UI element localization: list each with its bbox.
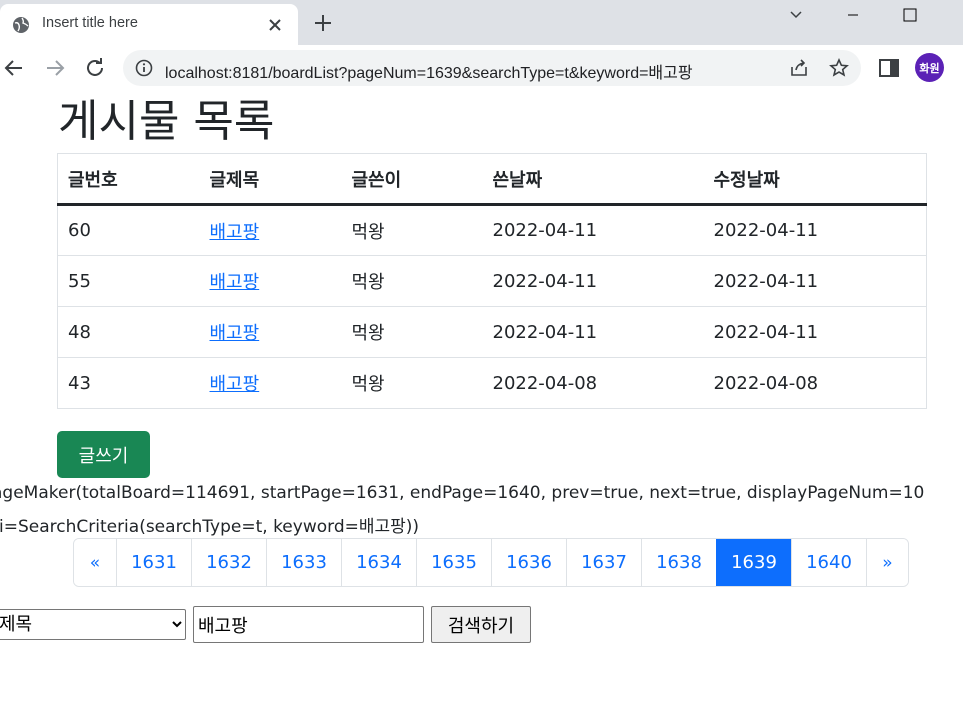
- post-writer: 먹왕: [341, 306, 483, 358]
- post-writer: 먹왕: [341, 357, 483, 409]
- back-arrow-icon[interactable]: [2, 56, 26, 80]
- pagination-page-link[interactable]: 1632: [191, 539, 266, 586]
- forward-arrow-icon[interactable]: [43, 56, 67, 80]
- pagination-page-link-active[interactable]: 1639: [716, 539, 791, 586]
- column-header: 글쓴이: [341, 153, 483, 206]
- page-content: 게시물 목록 글번호 글제목 글쓴이 쓴날짜 수정날짜 60 배고팡 먹왕 20…: [0, 91, 963, 717]
- chevron-down-icon: [790, 11, 802, 19]
- url-text[interactable]: localhost:8181/boardList?pageNum=1639&se…: [165, 59, 693, 83]
- pagination-prev-button[interactable]: «: [74, 539, 116, 586]
- post-writer: 먹왕: [341, 255, 483, 307]
- maximize-icon: [903, 8, 917, 22]
- post-title-cell: 배고팡: [199, 204, 342, 256]
- post-title-link[interactable]: 배고팡: [210, 272, 260, 293]
- browser-toolbar: localhost:8181/boardList?pageNum=1639&se…: [0, 45, 963, 91]
- profile-avatar[interactable]: 화원: [915, 53, 944, 82]
- close-icon[interactable]: [266, 16, 284, 34]
- post-date: 2022-04-11: [482, 306, 704, 358]
- reload-icon[interactable]: [83, 56, 107, 80]
- page-title: 게시물 목록: [58, 96, 275, 147]
- post-modified-date: 2022-04-08: [703, 357, 927, 409]
- post-date: 2022-04-11: [482, 255, 704, 307]
- column-header: 수정날짜: [703, 153, 927, 206]
- post-number: 48: [57, 306, 200, 358]
- column-header: 글제목: [199, 153, 342, 206]
- post-title-cell: 배고팡: [199, 306, 342, 358]
- post-title-link[interactable]: 배고팡: [210, 222, 260, 243]
- tab-search-button[interactable]: [773, 0, 819, 30]
- pagination-page-link[interactable]: 1631: [116, 539, 191, 586]
- post-date: 2022-04-11: [482, 204, 704, 256]
- browser-tabstrip: Insert title here: [0, 0, 963, 45]
- column-header: 쓴날짜: [482, 153, 704, 206]
- pagination-page-link[interactable]: 1636: [491, 539, 566, 586]
- post-title-cell: 배고팡: [199, 255, 342, 307]
- pagination-page-link[interactable]: 1638: [641, 539, 716, 586]
- pagination-page-link[interactable]: 1633: [266, 539, 341, 586]
- side-panel-icon[interactable]: [878, 57, 900, 79]
- table-row: 55 배고팡 먹왕 2022-04-11 2022-04-11: [57, 255, 927, 307]
- share-icon[interactable]: [789, 58, 809, 78]
- search-criteria-debug-text: ri=SearchCriteria(searchType=t, keyword=…: [0, 517, 420, 537]
- maximize-button[interactable]: [887, 0, 933, 30]
- page-maker-debug-text: ageMaker(totalBoard=114691, startPage=16…: [0, 483, 925, 503]
- minimize-button[interactable]: [830, 0, 876, 30]
- post-number: 43: [57, 357, 200, 409]
- column-header: 글번호: [57, 153, 200, 206]
- pagination: « 1631 1632 1633 1634 1635 1636 1637 163…: [73, 538, 909, 587]
- pagination-page-link[interactable]: 1634: [341, 539, 416, 586]
- tab-title: Insert title here: [42, 15, 138, 31]
- table-row: 48 배고팡 먹왕 2022-04-11 2022-04-11: [57, 306, 927, 358]
- post-modified-date: 2022-04-11: [703, 255, 927, 307]
- post-writer: 먹왕: [341, 204, 483, 256]
- star-icon[interactable]: [829, 58, 849, 78]
- info-icon[interactable]: [135, 59, 153, 77]
- post-date: 2022-04-08: [482, 357, 704, 409]
- pagination-page-link[interactable]: 1635: [416, 539, 491, 586]
- post-number: 60: [57, 204, 200, 256]
- post-modified-date: 2022-04-11: [703, 306, 927, 358]
- write-button[interactable]: 글쓰기: [57, 431, 150, 478]
- post-title-link[interactable]: 배고팡: [210, 323, 260, 344]
- search-type-select[interactable]: 제목: [0, 609, 186, 640]
- pagination-page-link[interactable]: 1640: [791, 539, 866, 586]
- table-row: 43 배고팡 먹왕 2022-04-08 2022-04-08: [57, 357, 927, 409]
- post-number: 55: [57, 255, 200, 307]
- browser-tab[interactable]: Insert title here: [0, 4, 298, 45]
- post-title-cell: 배고팡: [199, 357, 342, 409]
- search-keyword-input[interactable]: [193, 606, 424, 643]
- table-header-row: 글번호 글제목 글쓴이 쓴날짜 수정날짜: [57, 153, 927, 206]
- table-row: 60 배고팡 먹왕 2022-04-11 2022-04-11: [57, 204, 927, 256]
- address-bar[interactable]: localhost:8181/boardList?pageNum=1639&se…: [123, 50, 861, 86]
- post-modified-date: 2022-04-11: [703, 204, 927, 256]
- globe-icon: [13, 17, 29, 33]
- post-title-link[interactable]: 배고팡: [210, 374, 260, 395]
- pagination-next-button[interactable]: »: [866, 539, 908, 586]
- plus-icon[interactable]: [313, 13, 333, 33]
- pagination-page-link[interactable]: 1637: [566, 539, 641, 586]
- minimize-icon: [848, 14, 858, 16]
- search-button[interactable]: 검색하기: [431, 606, 531, 643]
- board-table: 글번호 글제목 글쓴이 쓴날짜 수정날짜 60 배고팡 먹왕 2022-04-1…: [57, 153, 927, 409]
